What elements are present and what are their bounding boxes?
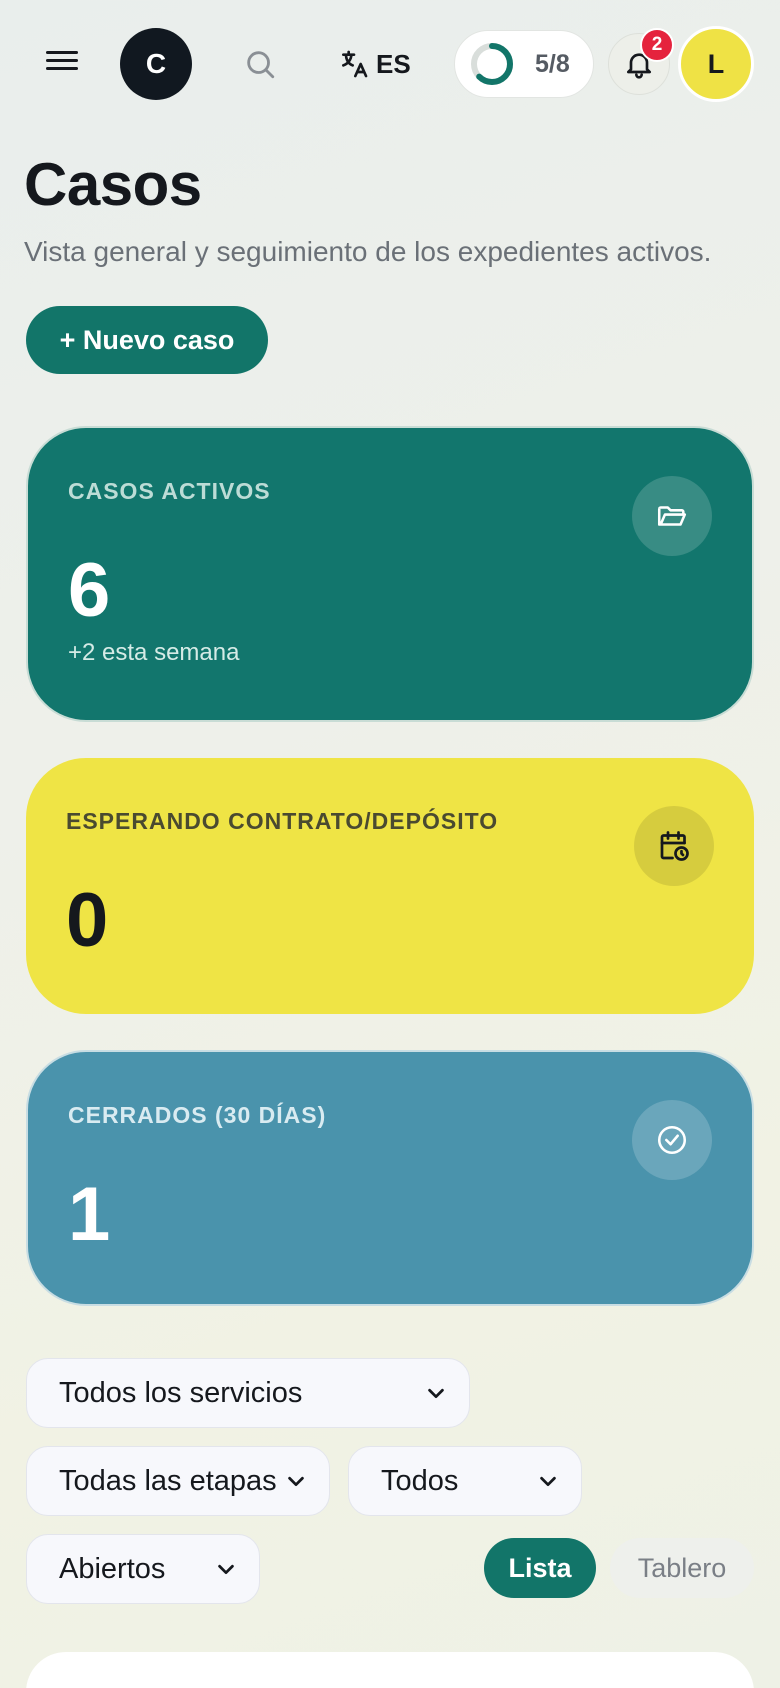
top-bar: C ES 5/8 2 L (0, 0, 780, 130)
chevron-down-icon (218, 1564, 234, 1575)
progress-count: 5/8 (535, 49, 570, 78)
onboarding-progress[interactable]: 5/8 (454, 30, 594, 98)
calendar-clock-icon (634, 806, 714, 886)
user-avatar[interactable]: L (678, 26, 754, 102)
chevron-down-icon (540, 1476, 556, 1487)
page-title: Casos (24, 151, 202, 218)
status-filter-value: Abiertos (59, 1552, 166, 1585)
chevron-down-icon (288, 1476, 304, 1487)
stat-value: 0 (66, 878, 109, 963)
view-toggle-board[interactable]: Tablero (610, 1538, 754, 1598)
view-toggle-list[interactable]: Lista (484, 1538, 596, 1598)
service-filter-value: Todos los servicios (59, 1376, 303, 1409)
language-code: ES (376, 48, 411, 79)
assignee-filter-value: Todos (381, 1464, 459, 1497)
status-filter-select[interactable]: Abiertos (26, 1534, 260, 1604)
case-list-card (26, 1652, 754, 1688)
assignee-filter-select[interactable]: Todos (348, 1446, 582, 1516)
stat-subtext: +2 esta semana (68, 639, 240, 666)
avatar-letter: L (707, 48, 725, 79)
stat-label: ESPERANDO CONTRATO/DEPÓSITO (66, 808, 499, 834)
stat-card-awaiting-contract[interactable]: ESPERANDO CONTRATO/DEPÓSITO 0 (26, 758, 754, 1014)
translate-icon (342, 50, 368, 78)
stat-value: 1 (68, 1172, 111, 1257)
stage-filter-select[interactable]: Todas las etapas (26, 1446, 330, 1516)
notification-badge: 2 (640, 28, 674, 62)
page-subtitle: Vista general y seguimiento de los exped… (24, 236, 712, 267)
search-icon (247, 51, 275, 79)
new-case-button[interactable]: + Nuevo caso (26, 306, 268, 374)
search-button[interactable] (240, 44, 280, 84)
progress-ring (471, 43, 513, 85)
stat-label: CERRADOS (30 DÍAS) (68, 1102, 327, 1128)
app-logo[interactable]: C (120, 28, 192, 100)
stage-filter-value: Todas las etapas (59, 1464, 277, 1497)
chevron-down-icon (428, 1388, 444, 1399)
hamburger-menu-icon[interactable] (44, 46, 84, 78)
logo-letter: C (145, 48, 167, 79)
language-switcher[interactable]: ES (338, 44, 411, 84)
service-filter-select[interactable]: Todos los servicios (26, 1358, 470, 1428)
stat-label: CASOS ACTIVOS (68, 478, 271, 504)
stat-value: 6 (68, 548, 111, 633)
check-circle-icon (632, 1100, 712, 1180)
stat-card-active-cases[interactable]: CASOS ACTIVOS 6 +2 esta semana (26, 426, 754, 722)
folder-open-icon (632, 476, 712, 556)
stat-card-closed-30-days[interactable]: CERRADOS (30 DÍAS) 1 (26, 1050, 754, 1306)
